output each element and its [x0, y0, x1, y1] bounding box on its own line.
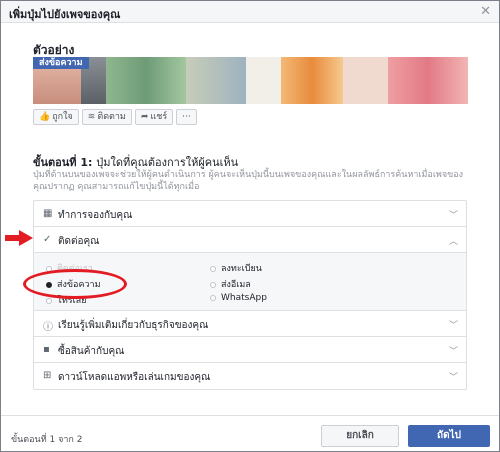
- dialog-footer: ขั้นตอนที่ 1 จาก 2 ยกเลิก ถัดไป: [1, 415, 499, 451]
- radio-whatsapp[interactable]: WhatsApp: [210, 293, 267, 303]
- step-counter: ขั้นตอนที่ 1 จาก 2: [11, 435, 83, 445]
- chevron-down-icon: ﹀: [448, 211, 458, 221]
- chevron-up-icon: ︿: [448, 237, 458, 247]
- like-button[interactable]: 👍 ถูกใจ: [33, 109, 79, 125]
- next-button[interactable]: ถัดไป: [408, 425, 490, 447]
- follow-button[interactable]: ≋ ติดตาม: [81, 109, 132, 125]
- option-book-with-you[interactable]: ▦ ทำการจองกับคุณ ﹀: [34, 201, 466, 227]
- dialog-title: เพิ่มปุ่มไปยังเพจของคุณ: [9, 8, 121, 21]
- red-circle-annotation: [23, 269, 127, 299]
- checkmark-icon: ✓: [43, 234, 52, 245]
- chevron-down-icon: ﹀: [448, 373, 458, 383]
- preview-cta-button: ส่งข้อความ: [33, 57, 89, 69]
- radio-send-email[interactable]: ส่งอีเมล: [210, 277, 251, 291]
- calendar-icon: ▦: [43, 208, 53, 219]
- share-icon: ➦: [140, 112, 149, 122]
- cancel-button[interactable]: ยกเลิก: [321, 425, 399, 447]
- rss-icon: ≋: [87, 112, 96, 122]
- info-icon: ⓘ: [43, 322, 53, 333]
- thumbs-up-icon: 👍: [39, 112, 51, 122]
- option-download-app[interactable]: ⊞ ดาวน์โหลดแอพหรือเล่นเกมของคุณ ﹀: [34, 363, 466, 389]
- dialog-header: เพิ่มปุ่มไปยังเพจของคุณ ✕: [1, 1, 499, 23]
- option-contact-you[interactable]: ✓ ติดต่อคุณ ︿: [34, 227, 466, 253]
- share-button[interactable]: ➦ แชร์: [134, 109, 174, 125]
- step-description: ปุ่มที่ด้านบนของเพจจะช่วยให้ผู้คนดำเนินก…: [33, 170, 464, 192]
- close-icon[interactable]: ✕: [480, 4, 491, 19]
- cover-photo: [33, 57, 468, 104]
- more-button[interactable]: ···: [176, 109, 197, 125]
- chevron-down-icon: ﹀: [448, 321, 458, 331]
- option-shop-with-you[interactable]: ▪ ซื้อสินค้ากับคุณ ﹀: [34, 337, 466, 363]
- preview-action-bar: 👍 ถูกใจ ≋ ติดตาม ➦ แชร์ ···: [33, 109, 197, 125]
- add-button-dialog: เพิ่มปุ่มไปยังเพจของคุณ ✕ ตัวอย่าง ส่งข้…: [0, 0, 500, 452]
- more-icon: ···: [182, 112, 191, 122]
- red-arrow-annotation: [5, 230, 33, 246]
- download-icon: ⊞: [43, 370, 52, 381]
- radio-sign-up[interactable]: ลงทะเบียน: [210, 261, 262, 275]
- chevron-down-icon: ﹀: [448, 347, 458, 357]
- bag-icon: ▪: [43, 344, 50, 355]
- option-learn-more[interactable]: ⓘ เรียนรู้เพิ่มเติมเกี่ยวกับธุรกิจของคุณ…: [34, 311, 466, 337]
